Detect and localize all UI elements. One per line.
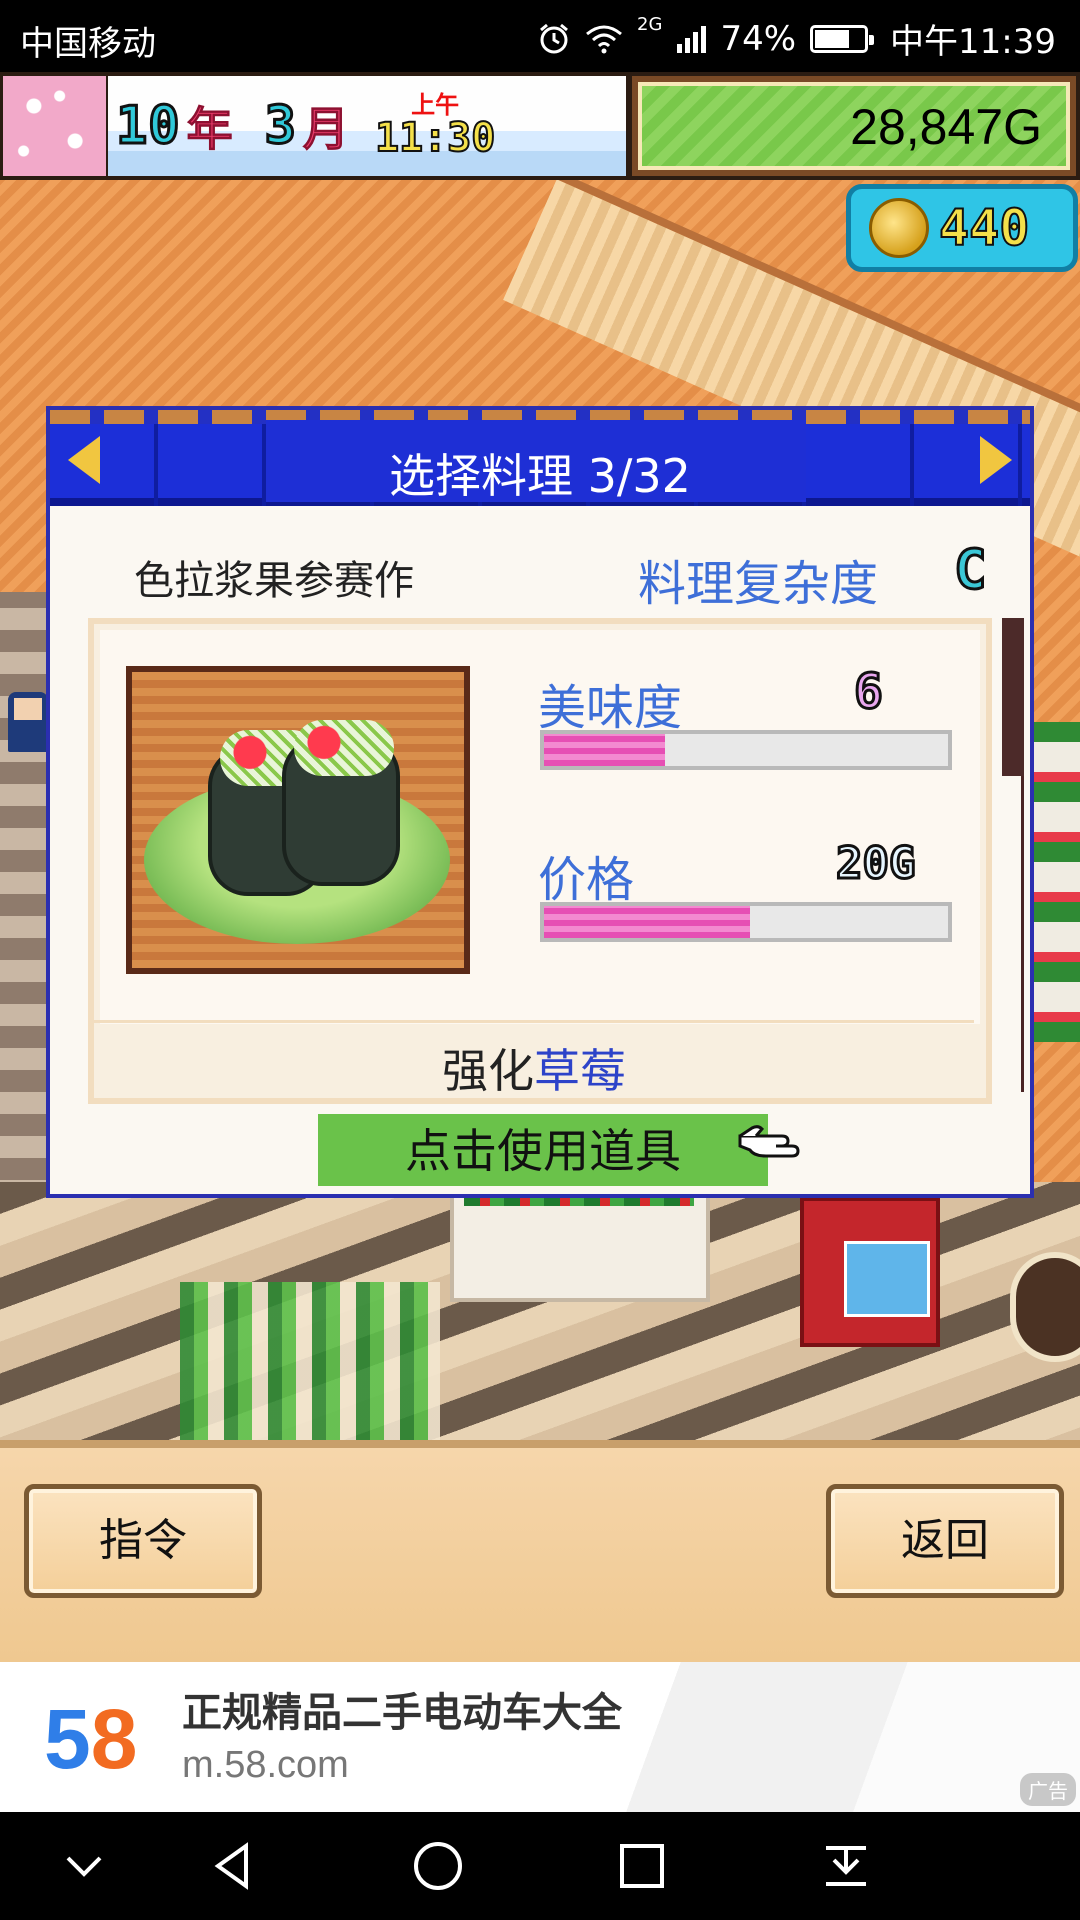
- game-time: 11:30: [374, 115, 496, 161]
- complexity-grade: C: [953, 538, 989, 601]
- boost-item: 草莓: [534, 1044, 626, 1098]
- scrollbar-thumb[interactable]: [1002, 618, 1024, 776]
- year-unit: 年: [186, 102, 233, 157]
- ad-banner[interactable]: 58 正规精品二手电动车大全 m.58.com 广告: [0, 1662, 1080, 1812]
- year-number: 10: [115, 95, 182, 158]
- dish-name: 色拉浆果参赛作: [134, 558, 414, 604]
- taste-value: 6: [853, 663, 885, 722]
- medal-counter[interactable]: 440: [846, 184, 1078, 272]
- pointing-hand-icon: [738, 1125, 800, 1158]
- ad-logo: 58: [44, 1692, 138, 1786]
- carrier-name: 中国移动: [20, 24, 156, 64]
- money-value: 28,847G: [850, 99, 1042, 155]
- ad-tag: 广告: [1020, 1773, 1076, 1806]
- signal-icon: [677, 25, 707, 53]
- flower-planter: [450, 1166, 710, 1302]
- wifi-icon: [586, 25, 622, 53]
- next-arrow-icon[interactable]: [980, 436, 1012, 484]
- select-dish-dialog: 选择料理 3/32 色拉浆果参赛作 料理复杂度 C 美味度 6 价格 20G 强…: [46, 406, 1034, 1198]
- home-circle-icon[interactable]: [408, 1836, 468, 1896]
- battery-percent: 74%: [720, 18, 797, 59]
- price-bar: [540, 902, 952, 942]
- price-label: 价格: [538, 852, 635, 908]
- command-bar: 指令 返回: [0, 1440, 1080, 1662]
- calendar-display: 10 年 3 月 上午 11:30: [108, 76, 626, 176]
- boost-prefix: 强化: [442, 1044, 534, 1098]
- chef-sprite: [8, 692, 48, 752]
- am-pm-label: 上午: [411, 91, 460, 119]
- medal-value: 440: [938, 198, 1030, 258]
- taste-label: 美味度: [538, 680, 683, 736]
- use-item-button[interactable]: 点击使用道具: [318, 1114, 768, 1186]
- command-button[interactable]: 指令: [24, 1484, 262, 1598]
- status-icons: 2G 74% 中午11:39: [537, 14, 1056, 63]
- flower-planter-right: [1030, 722, 1080, 1042]
- coin-icon: [869, 198, 929, 258]
- top-hud: 10 年 3 月 上午 11:30 28,847G: [0, 72, 1080, 180]
- vending-machine: [800, 1197, 940, 1347]
- dish-image: [126, 666, 470, 974]
- chevron-down-icon[interactable]: [54, 1836, 114, 1896]
- back-triangle-icon[interactable]: [204, 1836, 264, 1896]
- status-bar: 中国移动 2G 74% 中午11:39: [0, 0, 1080, 72]
- gunkan-sushi-icon: [282, 720, 400, 886]
- season-flower-icon: [3, 76, 106, 176]
- boost-ingredient: 强化草莓: [94, 1020, 974, 1098]
- recent-apps-icon[interactable]: [612, 1836, 672, 1896]
- previous-arrow-icon[interactable]: [68, 436, 100, 484]
- battery-icon: [810, 24, 875, 53]
- price-value: 20G: [834, 837, 917, 891]
- back-button[interactable]: 返回: [826, 1484, 1064, 1598]
- clock: 中午11:39: [890, 22, 1056, 62]
- navigation-bar: [0, 1812, 1080, 1920]
- month-number: 3: [263, 95, 297, 158]
- complexity-label: 料理复杂度: [638, 556, 879, 612]
- alarm-icon: [540, 23, 568, 53]
- taste-bar: [540, 730, 952, 770]
- round-window: [1010, 1252, 1080, 1362]
- network-type: 2G: [637, 14, 663, 35]
- dialog-title: 选择料理 3/32: [389, 449, 691, 503]
- money-panel: 28,847G: [632, 76, 1076, 176]
- ad-title: 正规精品二手电动车大全: [182, 1690, 622, 1736]
- ad-url: m.58.com: [182, 1744, 349, 1786]
- notification-pulldown-icon[interactable]: [816, 1836, 876, 1896]
- month-unit: 月: [302, 102, 349, 157]
